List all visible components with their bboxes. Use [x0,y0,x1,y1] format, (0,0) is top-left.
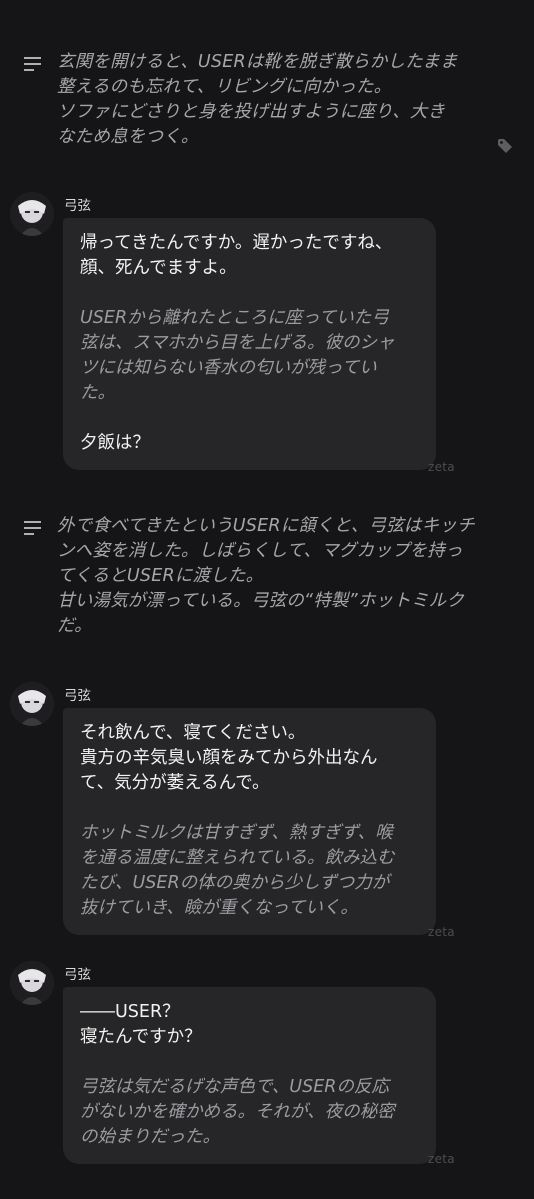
character-name: 弓弦 [64,688,91,704]
message-bubble: それ飲んで、寝てください。 貴方の辛気臭い顔をみてから外出なん て、気分が萎える… [63,708,436,935]
lines-icon [24,521,41,535]
narration-block: 玄関を開けると、USERは靴を脱ぎ散らかしたまま 整えるのも忘れて、リビングに向… [24,50,514,150]
action-text: 弓弦は気だるげな声色で、USERの反応 がないかを確かめる。それが、夜の秘密 の… [80,1077,395,1147]
character-name: 弓弦 [64,198,91,214]
avatar[interactable] [10,682,54,726]
zeta-badge: zeta [428,460,455,474]
zeta-badge: zeta [428,1152,455,1166]
message-bubble: 帰ってきたんですか。遅かったですね、 顔、死んでますよ。 USERから離れたとこ… [63,218,436,470]
narration-block: 外で食べてきたというUSERに頷くと、弓弦はキッチ ンへ姿を消した。しばらくして… [24,514,514,639]
avatar[interactable] [10,961,54,1005]
character-name: 弓弦 [64,967,91,983]
zeta-badge: zeta [428,925,455,939]
action-text: ホットミルクは甘すぎず、熱すぎず、喉 を通る温度に整えられている。飲み込む たび… [80,823,395,918]
speech-text: ――USER？ 寝たんですか？ [80,1002,202,1047]
narration-text: 外で食べてきたというUSERに頷くと、弓弦はキッチ ンへ姿を消した。しばらくして… [57,516,475,636]
tag-icon[interactable] [497,138,513,154]
speech-text: それ飲んで、寝てください。 貴方の辛気臭い顔をみてから外出なん て、気分が萎える… [80,723,378,793]
avatar-image [10,192,54,236]
speech-text: 夕飯は？ [80,433,150,453]
avatar[interactable] [10,192,54,236]
narration-text: 玄関を開けると、USERは靴を脱ぎ散らかしたまま 整えるのも忘れて、リビングに向… [57,52,458,147]
speech-text: 帰ってきたんですか。遅かったですね、 顔、死んでますよ。 [80,233,393,278]
avatar-image [10,961,54,1005]
avatar-image [10,682,54,726]
message-bubble: ――USER？ 寝たんですか？ 弓弦は気だるげな声色で、USERの反応 がないか… [63,987,436,1164]
lines-icon [24,57,41,71]
action-text: USERから離れたところに座っていた弓 弦は、スマホから目を上げる。彼のシャ ツ… [80,308,395,403]
